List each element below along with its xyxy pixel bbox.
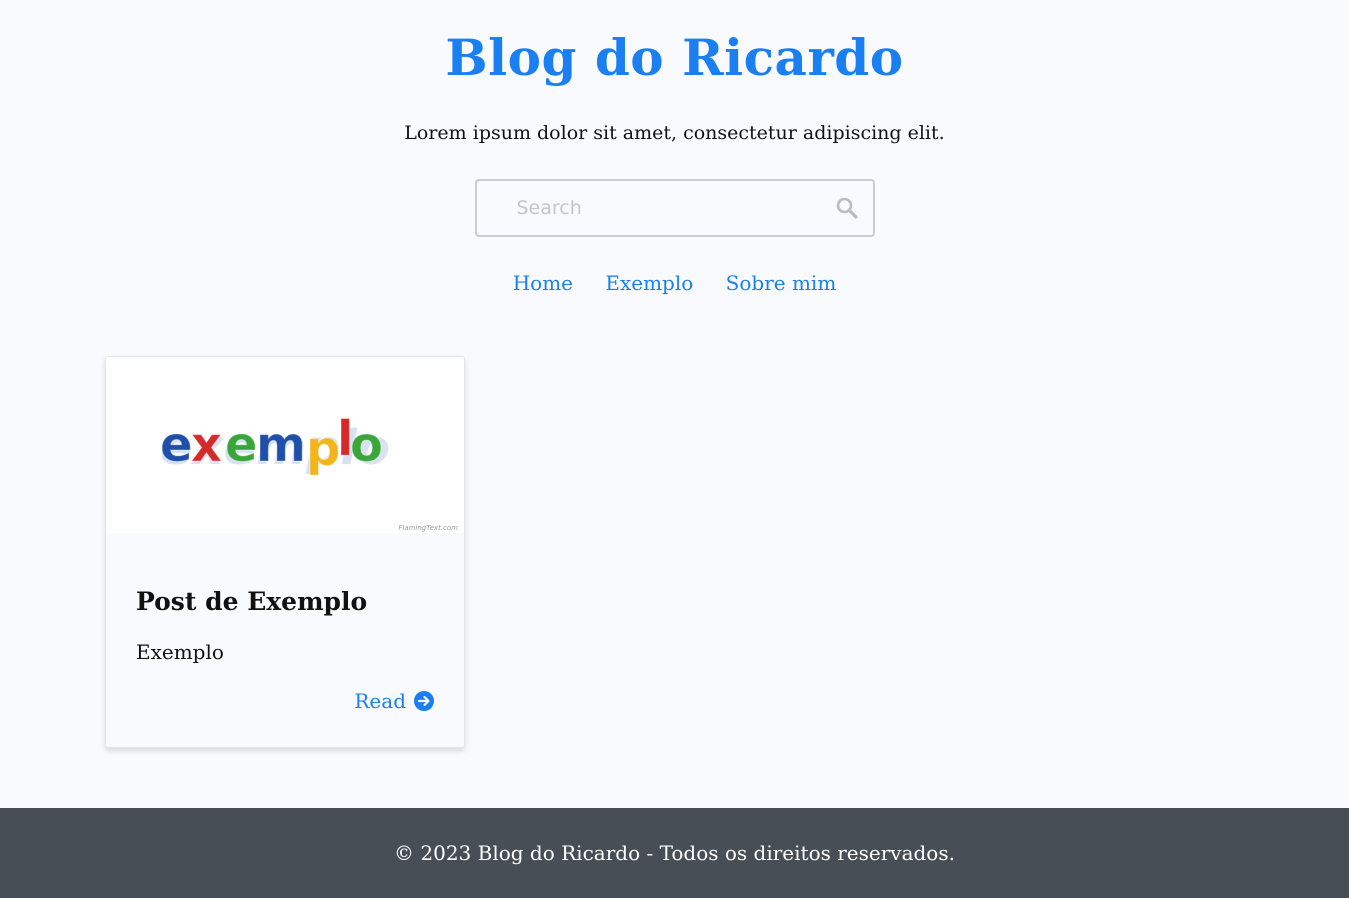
nav-item-sobre-mim[interactable]: Sobre mim bbox=[726, 271, 837, 295]
post-thumbnail[interactable]: exemplo exemplo FlamingText.com bbox=[106, 357, 464, 533]
nav-item-exemplo[interactable]: Exemplo bbox=[605, 271, 693, 295]
logo-letter: p bbox=[306, 421, 340, 477]
post-title[interactable]: Post de Exemplo bbox=[136, 587, 367, 616]
search-input[interactable] bbox=[502, 181, 847, 235]
footer-copyright: © 2023 Blog do Ricardo - Todos os direit… bbox=[394, 841, 955, 865]
site-title[interactable]: Blog do Ricardo bbox=[0, 0, 1349, 86]
post-thumbnail-logo: exemplo ex em plo FlamingText.com bbox=[160, 411, 459, 533]
site-footer: © 2023 Blog do Ricardo - Todos os direit… bbox=[0, 808, 1349, 898]
post-excerpt: Exemplo bbox=[136, 640, 224, 664]
logo-letter: e bbox=[225, 417, 258, 473]
logo-letter: m bbox=[256, 417, 306, 473]
read-more-label: Read bbox=[354, 689, 406, 713]
read-more-link[interactable]: Read bbox=[354, 689, 434, 713]
nav-item-home[interactable]: Home bbox=[513, 271, 573, 295]
logo-watermark: FlamingText.com bbox=[398, 524, 458, 532]
logo-letter: o bbox=[350, 417, 383, 473]
site-header: Blog do Ricardo Lorem ipsum dolor sit am… bbox=[0, 0, 1349, 296]
logo-letter: x bbox=[191, 417, 222, 473]
search-box bbox=[474, 179, 875, 237]
search-icon[interactable] bbox=[835, 196, 859, 220]
arrow-right-circle-icon bbox=[414, 691, 434, 711]
site-tagline: Lorem ipsum dolor sit amet, consectetur … bbox=[404, 122, 945, 144]
post-card: exemplo exemplo FlamingText.com Post de … bbox=[105, 356, 465, 748]
logo-letter: e bbox=[160, 417, 193, 473]
main-nav: Home Exemplo Sobre mim bbox=[0, 271, 1349, 295]
